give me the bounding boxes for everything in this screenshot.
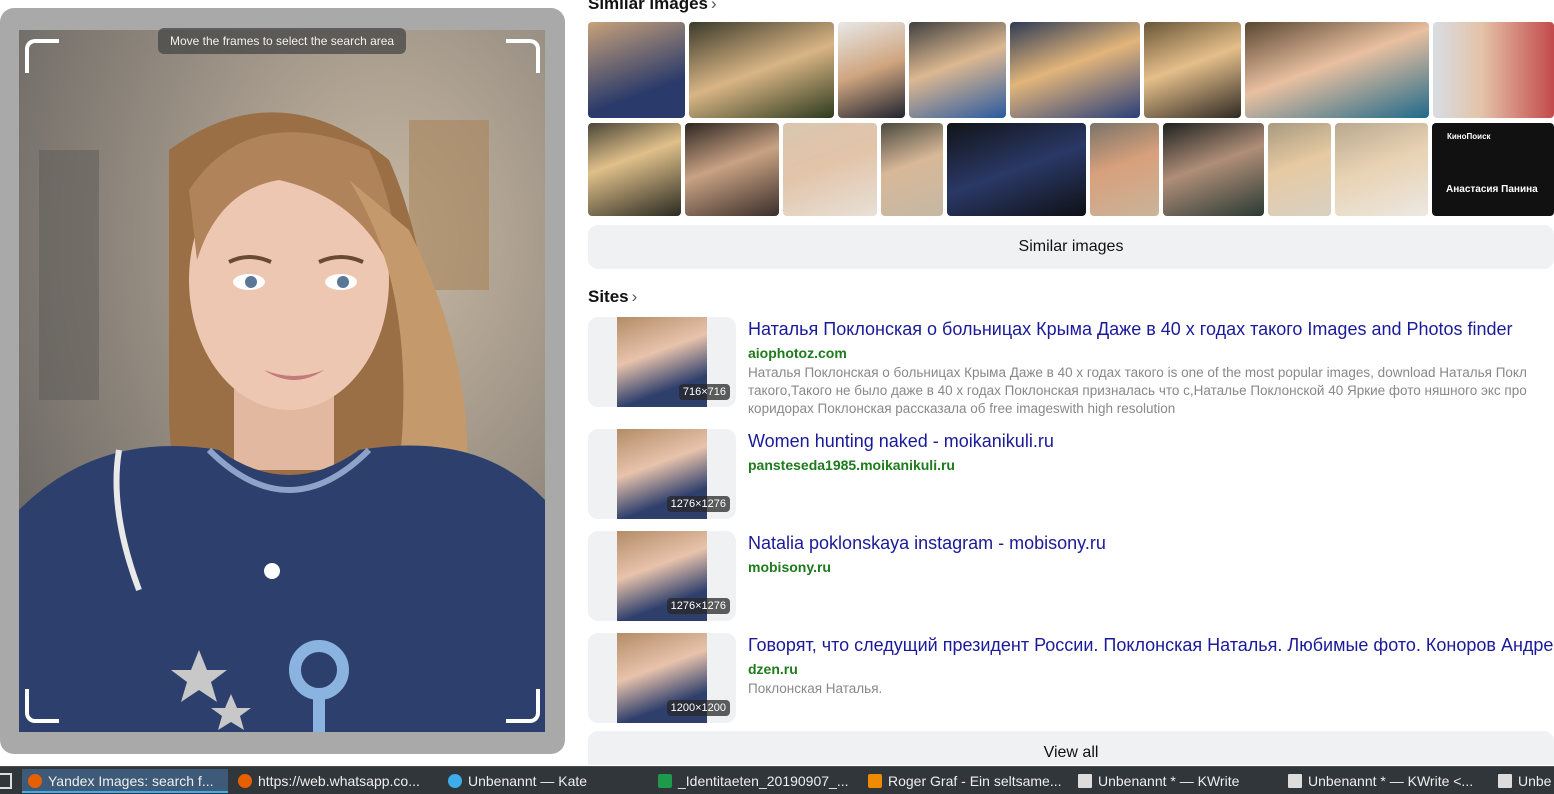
show-desktop-icon[interactable]	[0, 773, 12, 789]
similar-thumb[interactable]	[1245, 22, 1429, 118]
result-site-link[interactable]: mobisony.ru	[748, 559, 831, 575]
crop-corner-bottom-right[interactable]	[506, 689, 540, 723]
result-thumbnail[interactable]: 1200×1200	[588, 633, 736, 723]
similar-images-title: Similar images	[588, 0, 709, 13]
similar-images-heading[interactable]: Similar images ›	[588, 0, 717, 14]
image-size-badge: 716×716	[678, 384, 730, 400]
task-label: Unbenannt * — KWrite <...	[1308, 773, 1474, 789]
similar-thumb[interactable]	[1335, 123, 1428, 216]
chevron-right-icon: ›	[711, 0, 717, 13]
similar-thumb[interactable]	[1090, 123, 1159, 216]
similar-images-button[interactable]: Similar images	[588, 225, 1554, 269]
result-thumbnail[interactable]: 1276×1276	[588, 429, 736, 519]
similar-thumb[interactable]	[909, 22, 1006, 118]
firefox-icon	[28, 774, 42, 788]
result-site-link[interactable]: pansteseda1985.moikanikuli.ru	[748, 457, 955, 473]
image-size-badge: 1276×1276	[666, 598, 730, 614]
result-thumbnail[interactable]: 1276×1276	[588, 531, 736, 621]
result-title-link[interactable]: Natalia poklonskaya instagram - mobisony…	[748, 533, 1106, 554]
similar-thumb[interactable]	[1144, 22, 1241, 118]
vlc-icon	[868, 774, 882, 788]
result-thumbnail[interactable]: 716×716	[588, 317, 736, 407]
result-description: Наталья Поклонская о больницах Крыма Даж…	[748, 364, 1527, 418]
kinopoisk-label: КиноПоиск	[1447, 132, 1491, 141]
result-title-link[interactable]: Наталья Поклонская о больницах Крыма Даж…	[748, 319, 1513, 340]
kwrite-icon	[1078, 774, 1092, 788]
task-kwrite-1[interactable]: Unbenannt * — KWrite	[1072, 769, 1278, 793]
kwrite-icon	[1498, 774, 1512, 788]
similar-thumb[interactable]	[947, 123, 1086, 216]
task-label: Yandex Images: search f...	[48, 773, 214, 789]
view-all-button[interactable]: View all	[588, 731, 1554, 765]
result-description: Поклонская Наталья.	[748, 680, 882, 698]
image-size-badge: 1200×1200	[666, 700, 730, 716]
result-title-link[interactable]: Говорят, что следущий президент России. …	[748, 635, 1553, 656]
similar-thumb[interactable]	[1163, 123, 1264, 216]
task-kwrite-2[interactable]: Unbenannt * — KWrite <...	[1282, 769, 1488, 793]
crop-corner-top-left[interactable]	[25, 39, 59, 73]
result-description-line: Наталья Поклонская о больницах Крыма Даж…	[748, 365, 1527, 380]
task-label: Unbenannt — Kate	[468, 773, 588, 789]
kinopoisk-name: Анастасия Панина	[1446, 184, 1538, 195]
task-label: Unbenannt * — KWrite	[1098, 773, 1240, 789]
result-site-link[interactable]: aiophotoz.com	[748, 345, 847, 361]
sites-title: Sites	[588, 287, 629, 306]
similar-thumb[interactable]	[685, 123, 779, 216]
similar-thumb[interactable]	[1010, 22, 1140, 118]
task-spreadsheet[interactable]: _Identitaeten_20190907_...	[652, 769, 858, 793]
task-label: Unbe	[1518, 773, 1552, 789]
similar-thumb[interactable]	[783, 123, 877, 216]
similar-thumb[interactable]	[1433, 22, 1554, 118]
task-yandex[interactable]: Yandex Images: search f...	[22, 769, 228, 793]
image-size-badge: 1276×1276	[666, 496, 730, 512]
crop-corner-bottom-left[interactable]	[25, 689, 59, 723]
result-site-link[interactable]: dzen.ru	[748, 661, 798, 677]
task-kate[interactable]: Unbenannt — Kate	[442, 769, 648, 793]
similar-thumb[interactable]	[588, 123, 681, 216]
result-title-link[interactable]: Women hunting naked - moikanikuli.ru	[748, 431, 1054, 452]
task-label: _Identitaeten_20190907_...	[678, 773, 849, 789]
result-description-line: такого,Такого не было даже в 40 х годах …	[748, 383, 1527, 398]
result-description-line: коридорах Поклонская рассказала об free …	[748, 401, 1176, 416]
similar-thumb[interactable]	[689, 22, 834, 118]
kinopoisk-card[interactable]: КиноПоиск Анастасия Панина	[1432, 123, 1554, 216]
chevron-right-icon: ›	[631, 287, 638, 306]
result-description-line: Поклонская Наталья.	[748, 681, 883, 696]
crop-hint: Move the frames to select the search are…	[158, 28, 407, 54]
spreadsheet-icon	[658, 774, 672, 788]
task-label: https://web.whatsapp.co...	[258, 773, 420, 789]
kate-icon	[448, 774, 462, 788]
similar-thumb[interactable]	[588, 22, 685, 118]
task-whatsapp[interactable]: https://web.whatsapp.co...	[232, 769, 438, 793]
crop-handle-icon[interactable]	[264, 563, 280, 579]
similar-thumb[interactable]	[838, 22, 905, 118]
crop-corner-top-right[interactable]	[506, 39, 540, 73]
sites-heading[interactable]: Sites ›	[588, 287, 637, 307]
task-label: Roger Graf - Ein seltsame...	[888, 773, 1062, 789]
portrait-image	[19, 30, 545, 732]
task-vlc[interactable]: Roger Graf - Ein seltsame...	[862, 769, 1068, 793]
firefox-icon	[238, 774, 252, 788]
similar-thumb[interactable]	[1268, 123, 1331, 216]
kwrite-icon	[1288, 774, 1302, 788]
crop-panel: Move the frames to select the search are…	[0, 8, 565, 754]
similar-thumb[interactable]	[881, 123, 943, 216]
crop-source-image[interactable]	[19, 30, 545, 732]
taskbar: Yandex Images: search f... https://web.w…	[0, 766, 1554, 794]
task-kwrite-3[interactable]: Unbe	[1492, 769, 1554, 793]
